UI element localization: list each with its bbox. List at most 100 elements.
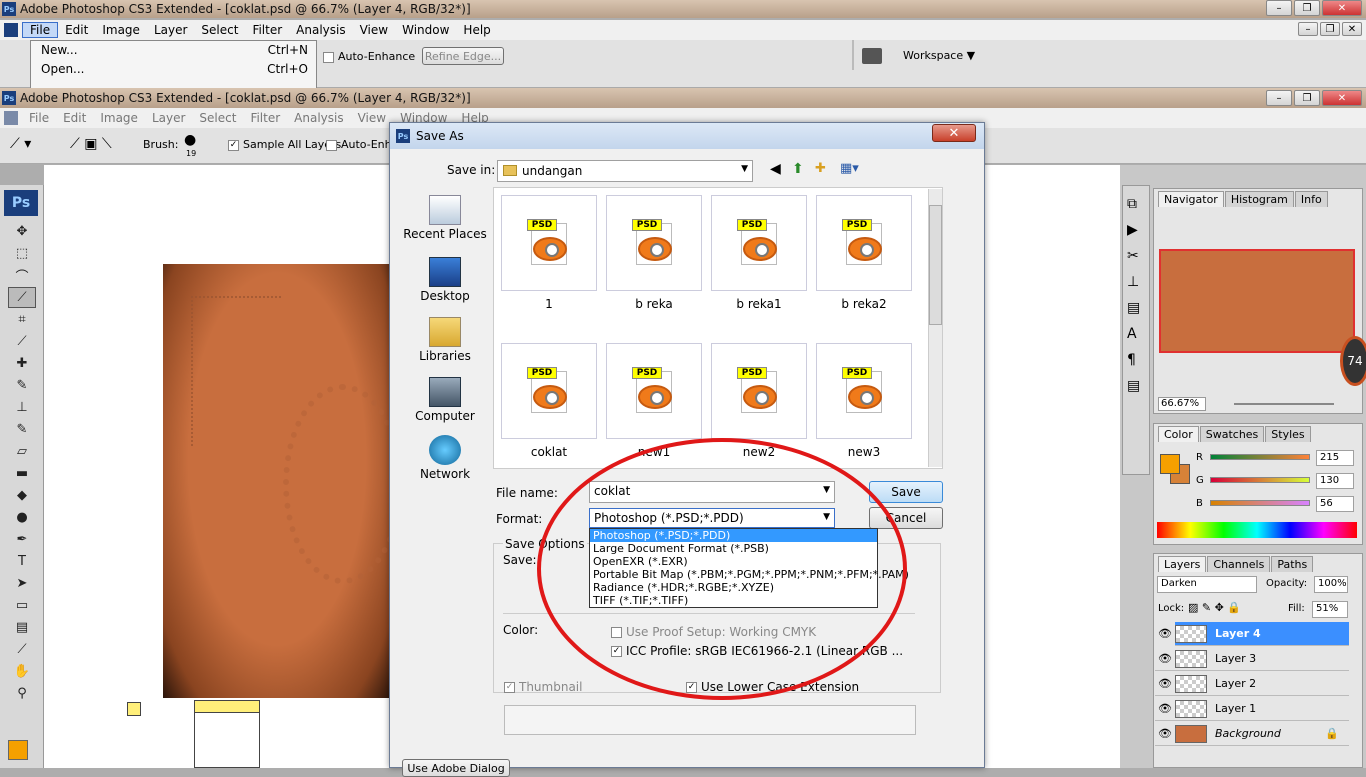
sample-all-layers-checkbox[interactable]: ✓ Sample All Layers: [228, 138, 341, 151]
menu-image[interactable]: Image: [93, 111, 145, 125]
dodge-tool-icon[interactable]: ●: [8, 507, 36, 528]
menu-analysis[interactable]: Analysis: [289, 23, 352, 37]
tool-presets-icon[interactable]: ✂: [1127, 248, 1145, 264]
menu-view[interactable]: View: [353, 23, 395, 37]
navigator-zoom-slider[interactable]: [1234, 403, 1334, 405]
file-item[interactable]: PSD b reka1: [711, 195, 807, 311]
foreground-color-swatch[interactable]: [8, 740, 28, 760]
format-option[interactable]: TIFF (*.TIF;*.TIFF): [590, 594, 877, 607]
eraser-tool-icon[interactable]: ▱: [8, 441, 36, 462]
bridge-icon[interactable]: [862, 48, 882, 64]
menu-view[interactable]: View: [351, 111, 393, 125]
workspace-button[interactable]: Workspace ▼: [903, 49, 975, 62]
menu-analysis[interactable]: Analysis: [287, 111, 350, 125]
menu-file[interactable]: File: [22, 111, 56, 125]
menu-select[interactable]: Select: [192, 111, 243, 125]
save-in-select[interactable]: undangan ▼: [497, 160, 753, 182]
eye-icon[interactable]: 👁: [1155, 727, 1175, 740]
r-value[interactable]: 215: [1316, 450, 1354, 466]
format-option[interactable]: Portable Bit Map (*.PBM;*.PGM;*.PPM;*.PN…: [590, 568, 909, 581]
file-list-scrollbar[interactable]: [928, 189, 942, 467]
b-slider[interactable]: [1210, 500, 1310, 506]
place-recent[interactable]: Recent Places: [400, 195, 490, 241]
layer-row-2[interactable]: 👁 Layer 2: [1155, 672, 1349, 696]
place-libraries[interactable]: Libraries: [400, 317, 490, 363]
eyedropper-tool-icon[interactable]: ⟋: [8, 331, 36, 352]
save-button[interactable]: Save: [869, 481, 943, 503]
tab-paths[interactable]: Paths: [1271, 556, 1314, 572]
format-option[interactable]: OpenEXR (*.EXR): [590, 555, 877, 568]
zoom-tool-icon[interactable]: ⚲: [8, 683, 36, 704]
r-slider[interactable]: [1210, 454, 1310, 460]
menu-edit[interactable]: Edit: [58, 23, 95, 37]
lower-case-extension-checkbox[interactable]: ✓ Use Lower Case Extension: [686, 680, 859, 694]
file-item[interactable]: PSD new2: [711, 343, 807, 459]
file-item[interactable]: PSD new3: [816, 343, 912, 459]
inner-auto-enhance[interactable]: Auto-Enha: [326, 138, 398, 151]
paragraph-icon[interactable]: ¶: [1127, 352, 1145, 368]
use-adobe-dialog-button[interactable]: Use Adobe Dialog: [402, 759, 510, 777]
layer-comps-icon[interactable]: ▤: [1127, 300, 1145, 316]
file-item[interactable]: PSD 1: [501, 195, 597, 311]
type-tool-icon[interactable]: T: [8, 551, 36, 572]
tool-preset-icon[interactable]: ⟋ ▾: [10, 136, 31, 152]
outer-auto-enhance[interactable]: Auto-Enhance: [323, 50, 415, 63]
note-panel[interactable]: [194, 700, 260, 768]
lasso-tool-icon[interactable]: ⌒: [8, 265, 36, 286]
close-button[interactable]: ✕: [1322, 0, 1362, 16]
close-button[interactable]: ✕: [1322, 90, 1362, 106]
move-tool-icon[interactable]: ✥: [8, 221, 36, 242]
tab-navigator[interactable]: Navigator: [1158, 191, 1224, 207]
eye-icon[interactable]: 👁: [1155, 702, 1175, 715]
lock-icons[interactable]: ▨ ✎ ✥ 🔒: [1188, 601, 1241, 614]
menu-image[interactable]: Image: [95, 23, 147, 37]
g-slider[interactable]: [1210, 477, 1310, 483]
place-network[interactable]: Network: [400, 435, 490, 481]
navigator-preview[interactable]: [1159, 249, 1355, 353]
tab-info[interactable]: Info: [1294, 191, 1328, 207]
menu-item-open[interactable]: Open... Ctrl+O: [31, 60, 316, 79]
clone-source-icon[interactable]: ⊥: [1127, 274, 1145, 290]
history-brush-icon[interactable]: ✎: [8, 419, 36, 440]
color-ramp[interactable]: [1157, 522, 1357, 538]
use-proof-setup-checkbox[interactable]: Use Proof Setup: Working CMYK: [611, 625, 816, 639]
tab-color[interactable]: Color: [1158, 426, 1199, 442]
refine-edge-button[interactable]: Refine Edge...: [422, 47, 504, 65]
history-icon[interactable]: ⧉: [1127, 196, 1145, 212]
file-item[interactable]: PSD b reka2: [816, 195, 912, 311]
cancel-button[interactable]: Cancel: [869, 507, 943, 529]
menu-help[interactable]: Help: [456, 23, 497, 37]
restore-button[interactable]: ❐: [1294, 0, 1320, 16]
format-select[interactable]: Photoshop (*.PSD;*.PDD) ▼: [589, 508, 835, 528]
format-option[interactable]: Radiance (*.HDR;*.RGBE;*.XYZE): [590, 581, 877, 594]
crop-tool-icon[interactable]: ⌗: [8, 309, 36, 330]
eye-icon[interactable]: 👁: [1155, 652, 1175, 665]
menu-layer[interactable]: Layer: [147, 23, 194, 37]
file-item[interactable]: PSD coklat: [501, 343, 597, 459]
healing-brush-icon[interactable]: ✚: [8, 353, 36, 374]
tab-histogram[interactable]: Histogram: [1224, 191, 1294, 207]
menu-filter[interactable]: Filter: [245, 23, 289, 37]
thumbnail-checkbox[interactable]: ✓ Thumbnail: [504, 680, 582, 694]
icc-profile-checkbox[interactable]: ✓ ICC Profile: sRGB IEC61966-2.1 (Linear …: [611, 644, 903, 658]
menu-edit[interactable]: Edit: [56, 111, 93, 125]
place-computer[interactable]: Computer: [400, 377, 490, 423]
format-option[interactable]: Photoshop (*.PSD;*.PDD): [590, 529, 877, 542]
ps-menu-icon[interactable]: [4, 23, 18, 37]
eye-icon[interactable]: 👁: [1155, 621, 1175, 646]
marquee-tool-icon[interactable]: ⬚: [8, 243, 36, 264]
clone-stamp-icon[interactable]: ⊥: [8, 397, 36, 418]
eye-icon[interactable]: 👁: [1155, 677, 1175, 690]
quick-selection-tool-icon[interactable]: ⟋: [8, 287, 36, 308]
layer-row-3[interactable]: 👁 Layer 3: [1155, 647, 1349, 671]
tab-channels[interactable]: Channels: [1207, 556, 1271, 572]
path-selection-icon[interactable]: ➤: [8, 573, 36, 594]
menu-filter[interactable]: Filter: [243, 111, 287, 125]
fill-value[interactable]: 51%: [1312, 601, 1348, 618]
tab-swatches[interactable]: Swatches: [1199, 426, 1265, 442]
actions-icon[interactable]: ▶: [1127, 222, 1145, 238]
minimize-button[interactable]: –: [1266, 90, 1292, 106]
brush-preview-icon[interactable]: ●: [184, 132, 196, 148]
b-value[interactable]: 56: [1316, 496, 1354, 512]
new-folder-icon[interactable]: ✚: [815, 161, 826, 176]
